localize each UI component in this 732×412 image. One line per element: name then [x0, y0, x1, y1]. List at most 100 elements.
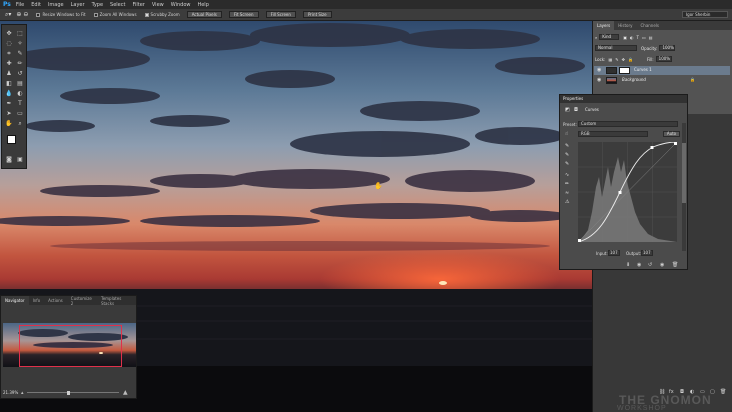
navigator-zoom-slider-handle[interactable] [67, 391, 70, 395]
move-tool-icon[interactable]: ✥ [4, 29, 14, 38]
tab-layers[interactable]: Layers [593, 21, 615, 30]
menu-layer[interactable]: Layer [71, 2, 85, 8]
toggle-visibility-icon[interactable]: ◉ [660, 262, 664, 268]
view-previous-icon[interactable]: ◉ [637, 262, 641, 268]
history-brush-tool-icon[interactable]: ↺ [15, 69, 25, 78]
output-field[interactable]: 107 [641, 250, 653, 256]
properties-scrollbar[interactable] [682, 123, 686, 251]
fill-screen-button[interactable]: Fill Screen [265, 11, 296, 18]
delete-layer-icon[interactable]: 🗑 [720, 389, 726, 395]
opacity-input[interactable]: 100% [659, 45, 676, 51]
hand-tool-icon[interactable]: ✋ [4, 119, 14, 128]
quick-select-tool-icon[interactable]: ✧ [15, 39, 25, 48]
menu-image[interactable]: Image [48, 2, 64, 8]
tab-history[interactable]: History [614, 23, 636, 28]
filter-type-icon[interactable]: T [637, 35, 639, 40]
layer-row-background[interactable]: ◉ Background 🔒 [594, 76, 730, 85]
zoom-tool-icon[interactable]: ⌕ [15, 119, 25, 128]
print-size-button[interactable]: Print Size [302, 11, 332, 18]
eraser-tool-icon[interactable]: ◧ [4, 79, 14, 88]
crop-tool-icon[interactable]: ⌗ [4, 49, 14, 58]
delete-adjustment-icon[interactable]: 🗑 [672, 262, 678, 268]
navigator-zoom-slider[interactable] [27, 392, 119, 393]
clip-to-layer-icon[interactable]: ⬇ [626, 262, 630, 268]
filter-smart-object-icon[interactable]: ▤ [649, 35, 653, 40]
fit-screen-button[interactable]: Fit Screen [228, 11, 259, 18]
draw-curve-icon[interactable]: ✏ [565, 181, 569, 187]
quick-mask-icon[interactable]: ◙ [4, 155, 14, 164]
tab-info[interactable]: Info [29, 298, 45, 303]
menu-file[interactable]: File [16, 2, 24, 8]
edit-points-icon[interactable]: ∿ [565, 172, 569, 178]
smooth-icon[interactable]: ≈ [565, 190, 569, 196]
lock-all-icon[interactable]: 🔒 [628, 57, 633, 62]
lock-transparent-icon[interactable]: ▦ [608, 57, 612, 62]
dodge-tool-icon[interactable]: ◐ [15, 89, 25, 98]
menu-view[interactable]: View [152, 2, 164, 8]
on-image-adjust-icon[interactable]: ☝ [565, 131, 568, 137]
tab-customize[interactable]: Customize 2 [67, 296, 97, 306]
menu-help[interactable]: Help [197, 2, 208, 8]
reset-icon[interactable]: ↺ [648, 262, 652, 268]
layer-row-curves[interactable]: ◉ Curves 1 [594, 66, 730, 75]
zoom-out-icon[interactable]: ⊖ [23, 11, 28, 18]
preset-select[interactable]: Custom [578, 121, 678, 127]
blend-mode-select[interactable]: Normal [595, 45, 637, 51]
lock-position-icon[interactable]: ✥ [622, 57, 625, 62]
zoom-in-large-icon[interactable]: ▲ [123, 389, 128, 396]
black-point-eyedropper-icon[interactable]: ✎ [565, 143, 569, 149]
marquee-tool-icon[interactable]: ⬚ [15, 29, 25, 38]
actual-pixels-button[interactable]: Actual Pixels [186, 11, 222, 18]
workspace-switcher[interactable]: Igor Sherbin [682, 11, 728, 18]
zoom-tool-icon[interactable]: ⌕▾ [5, 11, 11, 19]
pen-tool-icon[interactable]: ✒ [4, 99, 14, 108]
visibility-eye-icon[interactable]: ◉ [597, 77, 601, 83]
navigator-view-box[interactable] [19, 325, 122, 367]
input-field[interactable]: 107 [608, 250, 620, 256]
brush-tool-icon[interactable]: ✏ [15, 59, 25, 68]
stamp-tool-icon[interactable]: ♟ [4, 69, 14, 78]
tab-channels[interactable]: Channels [636, 23, 663, 28]
fill-input[interactable]: 100% [655, 56, 672, 62]
navigator-zoom-value[interactable]: 21.39% [3, 390, 18, 395]
white-point-eyedropper-icon[interactable]: ✎ [565, 161, 569, 167]
zoom-out-small-icon[interactable]: ▴ [21, 390, 24, 396]
tab-navigator[interactable]: Navigator [1, 296, 29, 305]
properties-title[interactable]: Properties [560, 95, 687, 103]
filter-pixel-icon[interactable]: ▣ [623, 35, 627, 40]
screen-mode-icon[interactable]: ▣ [15, 155, 25, 164]
lock-image-icon[interactable]: ✎ [615, 57, 618, 62]
mask-icon[interactable]: ◘ [574, 107, 578, 113]
resize-windows-checkbox[interactable]: Resize Windows to Fit [36, 12, 86, 17]
type-tool-icon[interactable]: T [15, 99, 25, 108]
auto-button[interactable]: Auto [663, 131, 680, 137]
menu-type[interactable]: Type [92, 2, 103, 8]
gradient-tool-icon[interactable]: ▤ [15, 79, 25, 88]
scrubby-zoom-checkbox[interactable]: Scrubby Zoom [144, 12, 180, 17]
filter-shape-icon[interactable]: ▭ [642, 35, 646, 40]
filter-adjustment-icon[interactable]: ◐ [630, 35, 634, 40]
zoom-in-icon[interactable]: ⊕ [16, 11, 21, 18]
menu-window[interactable]: Window [171, 2, 191, 8]
curves-graph[interactable] [578, 142, 677, 242]
path-select-tool-icon[interactable]: ➤ [4, 109, 14, 118]
shape-tool-icon[interactable]: ▭ [15, 109, 25, 118]
lasso-tool-icon[interactable]: ◌ [4, 39, 14, 48]
menu-filter[interactable]: Filter [132, 2, 144, 8]
layer-name[interactable]: Background [622, 77, 646, 82]
eyedropper-tool-icon[interactable]: ✎ [15, 49, 25, 58]
menu-edit[interactable]: Edit [31, 2, 41, 8]
channel-select[interactable]: RGB [578, 131, 648, 137]
tab-actions[interactable]: Actions [44, 298, 67, 303]
layer-name[interactable]: Curves 1 [634, 67, 652, 72]
photoshop-logo[interactable]: Ps [3, 1, 11, 8]
menu-select[interactable]: Select [110, 2, 125, 8]
scrollbar-thumb[interactable] [682, 143, 686, 203]
layer-mask-thumbnail[interactable] [619, 67, 630, 74]
zoom-all-checkbox[interactable]: Zoom All Windows [93, 12, 137, 17]
healing-brush-tool-icon[interactable]: ✚ [4, 59, 14, 68]
foreground-color-swatch[interactable] [7, 135, 16, 144]
clipping-warning-icon[interactable]: ⚠ [565, 199, 569, 205]
tab-templates-stacks[interactable]: Templates Stacks [97, 296, 136, 306]
visibility-eye-icon[interactable]: ◉ [597, 67, 601, 73]
